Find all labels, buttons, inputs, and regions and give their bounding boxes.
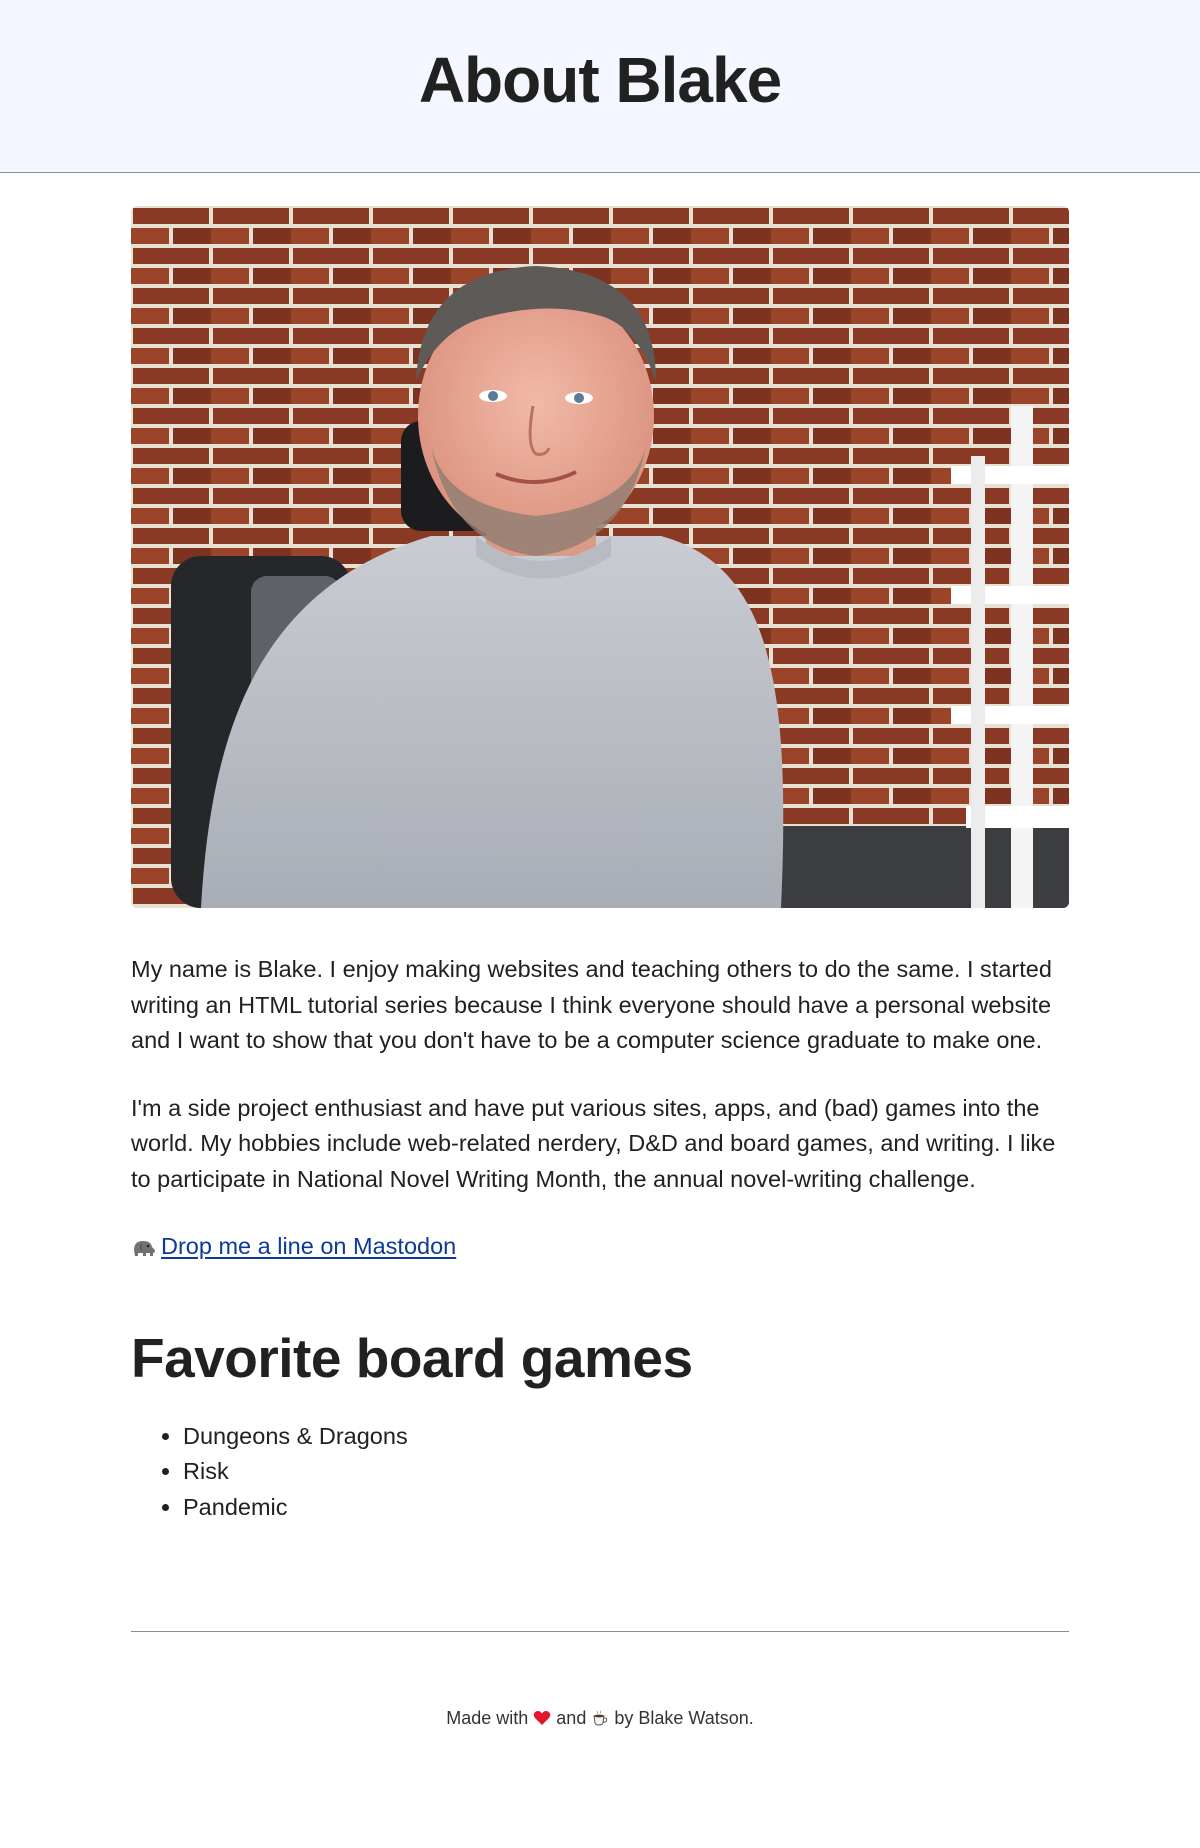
bio-section: My name is Blake. I enjoy making website… — [131, 952, 1069, 1265]
heart-icon — [533, 1711, 551, 1725]
profile-photo — [131, 206, 1069, 908]
board-games-list: Dungeons & Dragons Risk Pandemic — [131, 1419, 1069, 1526]
footer-by: by Blake Watson. — [614, 1708, 754, 1728]
page-title: About Blake — [418, 44, 782, 116]
bio-paragraph-1: My name is Blake. I enjoy making website… — [131, 956, 1052, 1053]
list-item: Pandemic — [183, 1490, 1069, 1526]
board-games-heading: Favorite board games — [131, 1326, 693, 1389]
bio-paragraph-2: I'm a side project enthusiast and have p… — [131, 1094, 1056, 1192]
list-item: Dungeons & Dragons — [183, 1419, 1069, 1455]
main-content: My name is Blake. I enjoy making website… — [131, 206, 1069, 1729]
footer-made-with: Made with — [446, 1708, 529, 1728]
site-footer: Made with and by Blake Watson. — [131, 1708, 1069, 1729]
footer-and: and — [556, 1708, 587, 1728]
elephant-icon — [134, 1240, 155, 1256]
site-header: About Blake — [0, 0, 1200, 173]
list-item: Risk — [183, 1454, 1069, 1490]
footer-divider — [131, 1631, 1069, 1632]
mastodon-line: Drop me a line on Mastodon — [131, 1229, 1069, 1265]
mastodon-link[interactable]: Drop me a line on Mastodon — [161, 1229, 456, 1265]
coffee-icon — [593, 1710, 608, 1726]
